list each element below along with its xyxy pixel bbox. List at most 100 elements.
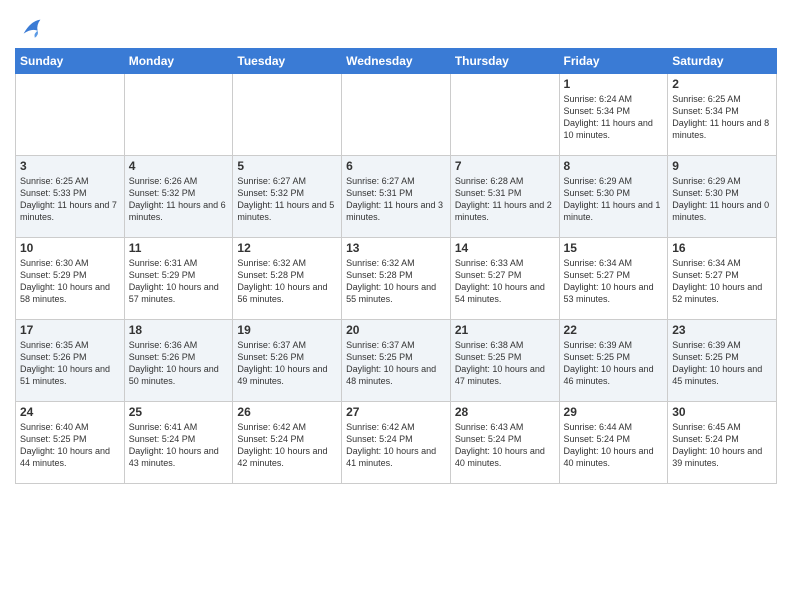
- calendar-cell: 17 Sunrise: 6:35 AM Sunset: 5:26 PM Dayli…: [16, 320, 125, 402]
- calendar-cell: 26 Sunrise: 6:42 AM Sunset: 5:24 PM Dayli…: [233, 402, 342, 484]
- day-info: Sunrise: 6:36 AM Sunset: 5:26 PM Dayligh…: [129, 339, 229, 388]
- day-number: 24: [20, 405, 120, 419]
- calendar-cell: 15 Sunrise: 6:34 AM Sunset: 5:27 PM Dayli…: [559, 238, 668, 320]
- day-info: Sunrise: 6:42 AM Sunset: 5:24 PM Dayligh…: [346, 421, 446, 470]
- weekday-header-wednesday: Wednesday: [342, 49, 451, 74]
- day-number: 21: [455, 323, 555, 337]
- day-info: Sunrise: 6:35 AM Sunset: 5:26 PM Dayligh…: [20, 339, 120, 388]
- calendar-cell: 27 Sunrise: 6:42 AM Sunset: 5:24 PM Dayli…: [342, 402, 451, 484]
- calendar-cell: 28 Sunrise: 6:43 AM Sunset: 5:24 PM Dayli…: [450, 402, 559, 484]
- calendar-cell: 21 Sunrise: 6:38 AM Sunset: 5:25 PM Dayli…: [450, 320, 559, 402]
- day-info: Sunrise: 6:29 AM Sunset: 5:30 PM Dayligh…: [564, 175, 664, 224]
- calendar-cell: 5 Sunrise: 6:27 AM Sunset: 5:32 PM Daylig…: [233, 156, 342, 238]
- day-number: 14: [455, 241, 555, 255]
- day-number: 15: [564, 241, 664, 255]
- calendar-cell: 12 Sunrise: 6:32 AM Sunset: 5:28 PM Dayli…: [233, 238, 342, 320]
- day-number: 25: [129, 405, 229, 419]
- calendar-cell: 10 Sunrise: 6:30 AM Sunset: 5:29 PM Dayli…: [16, 238, 125, 320]
- weekday-header-tuesday: Tuesday: [233, 49, 342, 74]
- calendar-cell: 9 Sunrise: 6:29 AM Sunset: 5:30 PM Daylig…: [668, 156, 777, 238]
- day-info: Sunrise: 6:30 AM Sunset: 5:29 PM Dayligh…: [20, 257, 120, 306]
- logo-bird-icon: [18, 14, 46, 42]
- calendar-cell: 2 Sunrise: 6:25 AM Sunset: 5:34 PM Daylig…: [668, 74, 777, 156]
- day-info: Sunrise: 6:40 AM Sunset: 5:25 PM Dayligh…: [20, 421, 120, 470]
- day-number: 26: [237, 405, 337, 419]
- calendar-week-row: 10 Sunrise: 6:30 AM Sunset: 5:29 PM Dayli…: [16, 238, 777, 320]
- calendar-cell: 18 Sunrise: 6:36 AM Sunset: 5:26 PM Dayli…: [124, 320, 233, 402]
- day-info: Sunrise: 6:29 AM Sunset: 5:30 PM Dayligh…: [672, 175, 772, 224]
- day-info: Sunrise: 6:43 AM Sunset: 5:24 PM Dayligh…: [455, 421, 555, 470]
- day-number: 11: [129, 241, 229, 255]
- day-info: Sunrise: 6:41 AM Sunset: 5:24 PM Dayligh…: [129, 421, 229, 470]
- calendar-cell: 30 Sunrise: 6:45 AM Sunset: 5:24 PM Dayli…: [668, 402, 777, 484]
- calendar-cell: [16, 74, 125, 156]
- page: SundayMondayTuesdayWednesdayThursdayFrid…: [0, 0, 792, 612]
- weekday-header-monday: Monday: [124, 49, 233, 74]
- calendar-cell: 4Sunrise: 6:26 AM Sunset: 5:32 PM Daylig…: [124, 156, 233, 238]
- day-info: Sunrise: 6:34 AM Sunset: 5:27 PM Dayligh…: [672, 257, 772, 306]
- weekday-header-thursday: Thursday: [450, 49, 559, 74]
- day-number: 10: [20, 241, 120, 255]
- day-info: Sunrise: 6:27 AM Sunset: 5:31 PM Dayligh…: [346, 175, 446, 224]
- day-info: Sunrise: 6:27 AM Sunset: 5:32 PM Dayligh…: [237, 175, 337, 224]
- day-number: 19: [237, 323, 337, 337]
- calendar-cell: 29Sunrise: 6:44 AM Sunset: 5:24 PM Dayli…: [559, 402, 668, 484]
- day-number: 9: [672, 159, 772, 173]
- calendar-cell: 20 Sunrise: 6:37 AM Sunset: 5:25 PM Dayli…: [342, 320, 451, 402]
- day-info: Sunrise: 6:33 AM Sunset: 5:27 PM Dayligh…: [455, 257, 555, 306]
- calendar-cell: [450, 74, 559, 156]
- calendar-cell: 16Sunrise: 6:34 AM Sunset: 5:27 PM Dayli…: [668, 238, 777, 320]
- calendar-cell: 22Sunrise: 6:39 AM Sunset: 5:25 PM Dayli…: [559, 320, 668, 402]
- day-number: 27: [346, 405, 446, 419]
- day-number: 22: [564, 323, 664, 337]
- calendar-table: SundayMondayTuesdayWednesdayThursdayFrid…: [15, 48, 777, 484]
- calendar-cell: 13 Sunrise: 6:32 AM Sunset: 5:28 PM Dayli…: [342, 238, 451, 320]
- calendar-cell: 24 Sunrise: 6:40 AM Sunset: 5:25 PM Dayli…: [16, 402, 125, 484]
- day-number: 20: [346, 323, 446, 337]
- day-info: Sunrise: 6:32 AM Sunset: 5:28 PM Dayligh…: [237, 257, 337, 306]
- day-info: Sunrise: 6:34 AM Sunset: 5:27 PM Dayligh…: [564, 257, 664, 306]
- day-info: Sunrise: 6:44 AM Sunset: 5:24 PM Dayligh…: [564, 421, 664, 470]
- calendar-week-row: 1 Sunrise: 6:24 AM Sunset: 5:34 PM Daylig…: [16, 74, 777, 156]
- day-info: Sunrise: 6:45 AM Sunset: 5:24 PM Dayligh…: [672, 421, 772, 470]
- day-number: 17: [20, 323, 120, 337]
- day-info: Sunrise: 6:37 AM Sunset: 5:25 PM Dayligh…: [346, 339, 446, 388]
- calendar-cell: 1 Sunrise: 6:24 AM Sunset: 5:34 PM Daylig…: [559, 74, 668, 156]
- day-info: Sunrise: 6:24 AM Sunset: 5:34 PM Dayligh…: [564, 93, 664, 142]
- day-number: 30: [672, 405, 772, 419]
- weekday-header-saturday: Saturday: [668, 49, 777, 74]
- day-info: Sunrise: 6:28 AM Sunset: 5:31 PM Dayligh…: [455, 175, 555, 224]
- calendar-week-row: 17 Sunrise: 6:35 AM Sunset: 5:26 PM Dayli…: [16, 320, 777, 402]
- day-info: Sunrise: 6:31 AM Sunset: 5:29 PM Dayligh…: [129, 257, 229, 306]
- logo: [15, 14, 46, 42]
- calendar-cell: 8Sunrise: 6:29 AM Sunset: 5:30 PM Daylig…: [559, 156, 668, 238]
- day-number: 4: [129, 159, 229, 173]
- day-info: Sunrise: 6:42 AM Sunset: 5:24 PM Dayligh…: [237, 421, 337, 470]
- day-number: 5: [237, 159, 337, 173]
- header: [15, 10, 777, 42]
- day-number: 23: [672, 323, 772, 337]
- day-number: 3: [20, 159, 120, 173]
- day-info: Sunrise: 6:25 AM Sunset: 5:34 PM Dayligh…: [672, 93, 772, 142]
- day-number: 18: [129, 323, 229, 337]
- calendar-cell: 23 Sunrise: 6:39 AM Sunset: 5:25 PM Dayli…: [668, 320, 777, 402]
- day-number: 12: [237, 241, 337, 255]
- calendar-cell: 6Sunrise: 6:27 AM Sunset: 5:31 PM Daylig…: [342, 156, 451, 238]
- day-info: Sunrise: 6:39 AM Sunset: 5:25 PM Dayligh…: [672, 339, 772, 388]
- day-info: Sunrise: 6:37 AM Sunset: 5:26 PM Dayligh…: [237, 339, 337, 388]
- day-info: Sunrise: 6:25 AM Sunset: 5:33 PM Dayligh…: [20, 175, 120, 224]
- day-number: 7: [455, 159, 555, 173]
- day-number: 1: [564, 77, 664, 91]
- day-number: 2: [672, 77, 772, 91]
- calendar-cell: [342, 74, 451, 156]
- calendar-cell: [124, 74, 233, 156]
- day-info: Sunrise: 6:32 AM Sunset: 5:28 PM Dayligh…: [346, 257, 446, 306]
- calendar-cell: [233, 74, 342, 156]
- day-number: 28: [455, 405, 555, 419]
- calendar-cell: 25 Sunrise: 6:41 AM Sunset: 5:24 PM Dayli…: [124, 402, 233, 484]
- day-number: 13: [346, 241, 446, 255]
- calendar-cell: 7 Sunrise: 6:28 AM Sunset: 5:31 PM Daylig…: [450, 156, 559, 238]
- calendar-cell: 19 Sunrise: 6:37 AM Sunset: 5:26 PM Dayli…: [233, 320, 342, 402]
- calendar-week-row: 24 Sunrise: 6:40 AM Sunset: 5:25 PM Dayli…: [16, 402, 777, 484]
- day-info: Sunrise: 6:38 AM Sunset: 5:25 PM Dayligh…: [455, 339, 555, 388]
